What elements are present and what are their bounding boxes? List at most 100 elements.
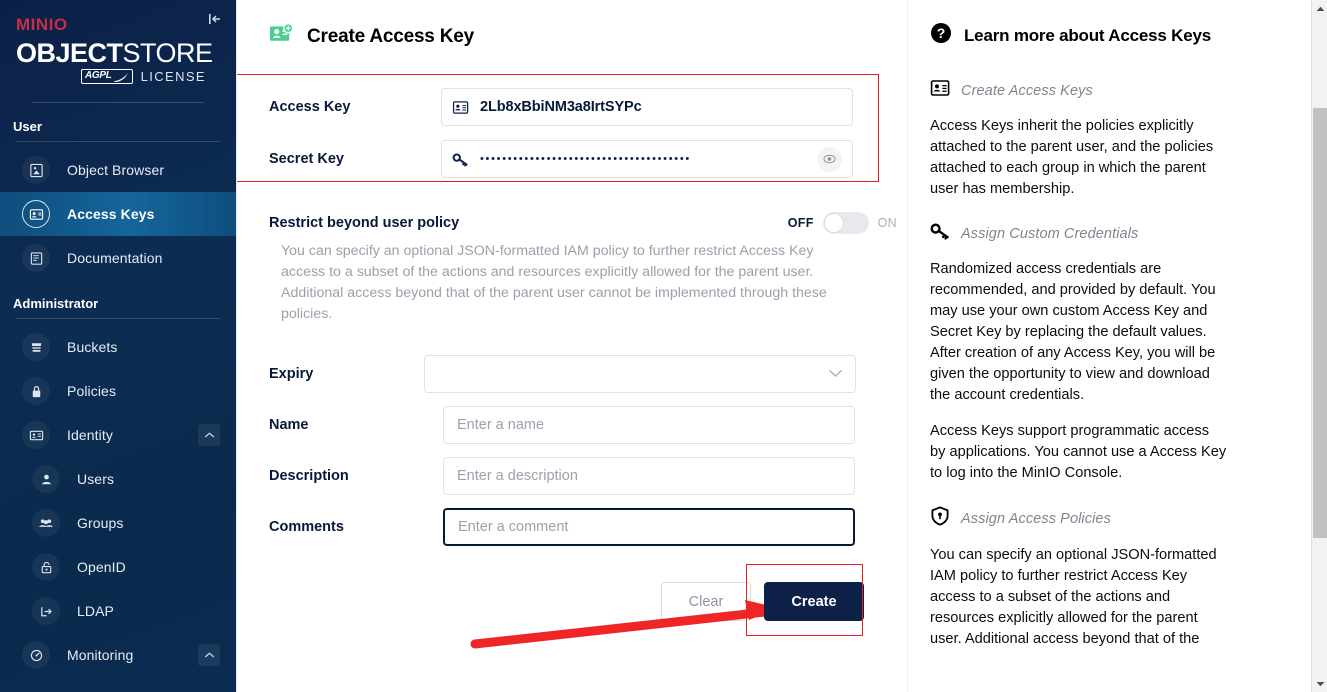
description-placeholder: Enter a description — [457, 468, 578, 484]
shield-icon — [930, 506, 950, 531]
help-panel: ? Learn more about Access Keys Create Ac… — [907, 0, 1267, 692]
agpl-badge: AGPL — [80, 69, 133, 85]
sidebar-item-label: Identity — [67, 427, 113, 444]
restrict-policy-toggle[interactable] — [822, 212, 869, 234]
help-paragraph: Randomized access credentials are recomm… — [930, 261, 1216, 403]
help-paragraph: Access Keys support programmatic access … — [930, 423, 1227, 481]
page-title: Create Access Key — [307, 26, 475, 47]
sidebar-item-label: Buckets — [67, 339, 118, 356]
sidebar-item-monitoring[interactable]: Monitoring — [0, 633, 236, 677]
help-section-create-access-keys: Create Access Keys — [930, 79, 1227, 102]
identity-icon — [22, 421, 50, 450]
help-section-heading: Create Access Keys — [961, 82, 1093, 99]
minio-console-window: MINIO OBJECTSTORE AGPL LICENSE User Obje… — [0, 0, 1327, 692]
logo-minio-text: MINIO — [16, 15, 68, 34]
restrict-policy-toggle-wrap: OFF ON — [788, 212, 897, 234]
sidebar-item-label: Object Browser — [67, 162, 165, 179]
description-input[interactable]: Enter a description — [443, 457, 855, 495]
name-placeholder: Enter a name — [457, 417, 545, 433]
policies-icon — [22, 377, 50, 406]
sidebar-section-user-line — [16, 141, 220, 143]
secret-key-value: •••••••••••••••••••••••••••••••••••••• — [480, 152, 691, 165]
logo-object-store-text: OBJECTSTORE — [16, 39, 220, 67]
help-section-assign-custom-credentials: Assign Custom Credentials — [930, 222, 1227, 245]
id-card-icon — [452, 100, 470, 115]
logo-object-word: OBJECT — [16, 38, 123, 68]
eye-icon[interactable] — [817, 146, 842, 172]
id-card-icon — [930, 79, 950, 102]
form-actions: Clear Create — [269, 564, 897, 649]
form-fields: Expiry Name Enter a name Description Ent… — [269, 355, 897, 546]
sidebar-item-openid[interactable]: OpenID — [0, 545, 236, 589]
sidebar-item-groups[interactable]: Groups — [0, 501, 236, 545]
sidebar-logo: MINIO OBJECTSTORE AGPL LICENSE — [0, 0, 236, 104]
comments-label: Comments — [269, 519, 344, 535]
sidebar-item-users[interactable]: Users — [0, 457, 236, 501]
clear-button[interactable]: Clear — [661, 582, 751, 621]
access-key-value: 2Lb8xBbiNM3a8IrtSYPc — [480, 99, 642, 115]
license-row: AGPL LICENSE — [16, 69, 220, 85]
key-icon — [452, 152, 470, 167]
user-icon — [32, 465, 60, 494]
page-title-row: Create Access Key — [269, 22, 897, 52]
create-button-wrap: Create — [746, 564, 864, 636]
expiry-label: Expiry — [269, 366, 314, 382]
sidebar-item-label: LDAP — [77, 603, 114, 620]
help-section-assign-access-policies: Assign Access Policies — [930, 506, 1227, 531]
restrict-policy-row: Restrict beyond user policy OFF ON — [269, 212, 897, 234]
chevron-up-icon[interactable] — [198, 424, 220, 447]
secret-key-row: Secret Key •••••••••••••••••••••••••••••… — [269, 140, 897, 178]
toggle-off-label: OFF — [787, 216, 814, 230]
access-key-row: Access Key 2Lb8xBbiNM3a8IrtSYPc — [269, 88, 897, 126]
openid-icon — [32, 553, 60, 582]
expiry-select[interactable] — [424, 355, 856, 393]
question-circle-icon: ? — [930, 22, 952, 49]
scroll-down-arrow-icon[interactable] — [1312, 675, 1327, 692]
groups-icon — [32, 509, 60, 538]
comments-input[interactable]: Enter a comment — [443, 508, 855, 546]
description-label: Description — [269, 468, 349, 484]
sidebar-item-buckets[interactable]: Buckets — [0, 325, 236, 369]
content-columns: Create Access Key Access Key 2Lb8xBbiNM3… — [237, 0, 1327, 692]
toggle-knob — [823, 213, 844, 233]
name-input[interactable]: Enter a name — [443, 406, 855, 444]
sidebar-section-user-label: User — [13, 119, 42, 135]
sidebar-section-administrator-label: Administrator — [13, 296, 99, 312]
scroll-up-arrow-icon[interactable] — [1312, 0, 1327, 17]
help-title-row: ? Learn more about Access Keys — [930, 22, 1227, 49]
access-key-input[interactable]: 2Lb8xBbiNM3a8IrtSYPc — [441, 88, 853, 126]
monitoring-icon — [22, 641, 50, 670]
secret-key-label: Secret Key — [269, 151, 344, 167]
help-section-heading: Assign Access Policies — [961, 510, 1111, 527]
collapse-sidebar-icon[interactable] — [204, 8, 226, 30]
scrollbar-thumb[interactable] — [1313, 108, 1327, 538]
sidebar-item-documentation[interactable]: Documentation — [0, 236, 236, 280]
buckets-icon — [22, 333, 50, 362]
annotation-arrow — [470, 600, 779, 649]
help-paragraph: You can specify an optional JSON-formatt… — [930, 547, 1217, 647]
sidebar-item-identity[interactable]: Identity — [0, 413, 236, 457]
sidebar-item-object-browser[interactable]: Object Browser — [0, 148, 236, 192]
access-keys-icon — [22, 200, 50, 229]
sidebar-item-access-keys[interactable]: Access Keys — [0, 192, 236, 237]
expiry-row: Expiry — [269, 355, 897, 393]
vertical-scrollbar[interactable] — [1311, 0, 1327, 692]
secret-key-input[interactable]: •••••••••••••••••••••••••••••••••••••• — [441, 140, 853, 178]
collapse-arrow-glyph — [209, 14, 220, 24]
key-icon — [930, 222, 950, 245]
comments-row: Comments Enter a comment — [269, 508, 897, 546]
chevron-down-icon — [828, 365, 843, 383]
ldap-icon — [32, 597, 60, 626]
create-access-key-form: Create Access Key Access Key 2Lb8xBbiNM3… — [237, 0, 897, 692]
comments-placeholder: Enter a comment — [458, 519, 569, 535]
sidebar: MINIO OBJECTSTORE AGPL LICENSE User Obje… — [0, 0, 236, 692]
access-key-label: Access Key — [269, 99, 351, 115]
credentials-section: Access Key 2Lb8xBbiNM3a8IrtSYPc Secret K… — [237, 74, 897, 202]
sidebar-item-ldap[interactable]: LDAP — [0, 589, 236, 633]
sidebar-item-label: Groups — [77, 515, 124, 532]
chevron-up-icon[interactable] — [198, 644, 220, 667]
sidebar-item-policies[interactable]: Policies — [0, 369, 236, 413]
restrict-policy-label: Restrict beyond user policy — [269, 215, 460, 231]
create-button[interactable]: Create — [764, 582, 864, 621]
name-row: Name Enter a name — [269, 406, 897, 444]
